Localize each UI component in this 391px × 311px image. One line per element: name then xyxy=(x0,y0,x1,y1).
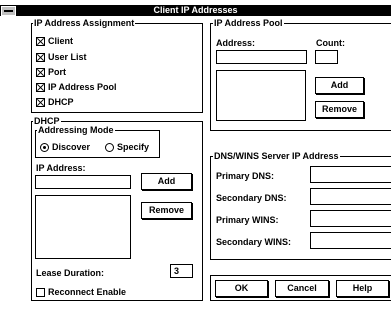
primary-wins-input[interactable] xyxy=(310,210,391,227)
pool-address-list[interactable] xyxy=(216,70,306,121)
cancel-button[interactable]: Cancel xyxy=(275,280,329,297)
secondary-dns-input[interactable] xyxy=(310,188,391,205)
lease-duration-input[interactable]: 3 xyxy=(170,264,193,278)
primary-dns-input[interactable] xyxy=(310,166,391,183)
dhcp-ip-address-input[interactable] xyxy=(35,175,131,189)
title-bar: Client IP Addresses xyxy=(0,5,391,16)
client-checkbox[interactable] xyxy=(36,37,45,46)
ip-address-pool-checkbox[interactable] xyxy=(36,83,45,92)
primary-dns-label: Primary DNS: xyxy=(216,171,275,181)
secondary-dns-label: Secondary DNS: xyxy=(216,193,287,203)
discover-label: Discover xyxy=(52,142,91,152)
help-button[interactable]: Help xyxy=(336,280,389,297)
pool-address-input[interactable] xyxy=(216,50,307,64)
dhcp-label: DHCP xyxy=(48,97,74,107)
pool-count-label: Count: xyxy=(316,38,345,48)
user-list-checkbox[interactable] xyxy=(36,53,45,62)
pool-remove-button[interactable]: Remove xyxy=(315,101,364,118)
client-ip-addresses-dialog: Client IP Addresses IP Address Assignmen… xyxy=(0,0,391,311)
ok-button[interactable]: OK xyxy=(215,280,268,297)
window-title: Client IP Addresses xyxy=(153,5,238,15)
ip-address-pool-title: IP Address Pool xyxy=(213,18,284,29)
dhcp-checkbox[interactable] xyxy=(36,98,45,107)
dhcp-address-list[interactable] xyxy=(35,195,131,259)
specify-label: Specify xyxy=(117,142,150,152)
reconnect-enable-label: Reconnect Enable xyxy=(48,287,127,297)
dhcp-remove-button[interactable]: Remove xyxy=(141,202,192,219)
user-list-label: User List xyxy=(48,52,87,62)
addressing-mode-title: Addressing Mode xyxy=(37,125,115,136)
dns-wins-title: DNS/WINS Server IP Address xyxy=(213,151,340,162)
pool-add-button[interactable]: Add xyxy=(315,77,364,94)
pool-address-label: Address: xyxy=(216,38,256,48)
reconnect-enable-checkbox[interactable] xyxy=(36,288,45,297)
primary-wins-label: Primary WINS: xyxy=(216,215,279,225)
client-label: Client xyxy=(48,36,74,46)
secondary-wins-input[interactable] xyxy=(310,232,391,249)
dhcp-add-button[interactable]: Add xyxy=(141,173,192,190)
secondary-wins-label: Secondary WINS: xyxy=(216,237,292,247)
port-label: Port xyxy=(48,67,66,77)
ip-address-pool-label: IP Address Pool xyxy=(48,82,117,92)
port-checkbox[interactable] xyxy=(36,68,45,77)
dhcp-ip-address-label: IP Address: xyxy=(36,163,86,173)
system-menu-icon[interactable] xyxy=(1,6,16,16)
discover-radio[interactable] xyxy=(40,143,49,152)
lease-duration-label: Lease Duration: xyxy=(36,268,105,278)
ip-address-assignment-title: IP Address Assignment xyxy=(33,18,136,29)
specify-radio[interactable] xyxy=(105,143,114,152)
pool-count-input[interactable] xyxy=(315,50,338,64)
